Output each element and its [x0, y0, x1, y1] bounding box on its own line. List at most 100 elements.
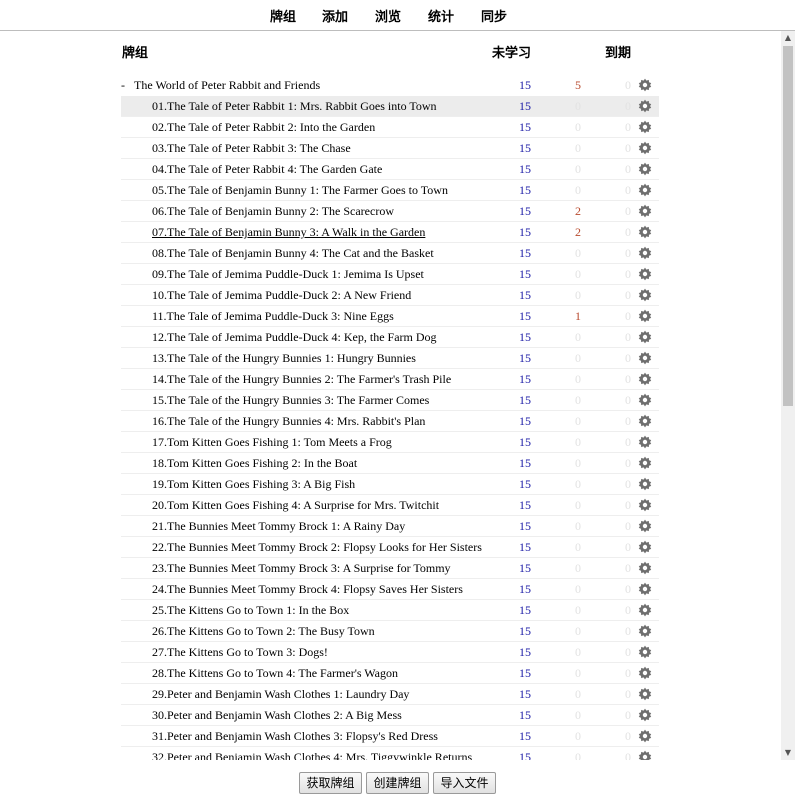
deck-name[interactable]: 01.The Tale of Peter Rabbit 1: Mrs. Rabb…: [152, 99, 437, 114]
deck-name[interactable]: 08.The Tale of Benjamin Bunny 4: The Cat…: [152, 246, 434, 261]
deck-row[interactable]: 01.The Tale of Peter Rabbit 1: Mrs. Rabb…: [121, 96, 659, 117]
gear-icon[interactable]: [638, 729, 652, 743]
deck-row[interactable]: 09.The Tale of Jemima Puddle-Duck 1: Jem…: [121, 264, 659, 285]
deck-row[interactable]: 15.The Tale of the Hungry Bunnies 3: The…: [121, 390, 659, 411]
deck-row[interactable]: 12.The Tale of Jemima Puddle-Duck 4: Kep…: [121, 327, 659, 348]
gear-icon[interactable]: [638, 645, 652, 659]
deck-name[interactable]: 30.Peter and Benjamin Wash Clothes 2: A …: [152, 708, 402, 723]
nav-add[interactable]: 添加: [322, 6, 348, 25]
deck-name[interactable]: 05.The Tale of Benjamin Bunny 1: The Far…: [152, 183, 448, 198]
collapse-toggle[interactable]: -: [121, 78, 131, 93]
scroll-down-arrow-icon[interactable]: ▼: [781, 746, 795, 760]
gear-icon[interactable]: [638, 162, 652, 176]
gear-icon[interactable]: [638, 288, 652, 302]
gear-icon[interactable]: [638, 120, 652, 134]
nav-sync[interactable]: 同步: [481, 6, 507, 25]
deck-name[interactable]: 11.The Tale of Jemima Puddle-Duck 3: Nin…: [152, 309, 394, 324]
vertical-scrollbar[interactable]: ▲ ▼: [781, 31, 795, 760]
gear-icon[interactable]: [638, 540, 652, 554]
nav-browse[interactable]: 浏览: [375, 6, 401, 25]
gear-icon[interactable]: [638, 519, 652, 533]
deck-name[interactable]: 21.The Bunnies Meet Tommy Brock 1: A Rai…: [152, 519, 405, 534]
deck-row[interactable]: 11.The Tale of Jemima Puddle-Duck 3: Nin…: [121, 306, 659, 327]
deck-name[interactable]: 09.The Tale of Jemima Puddle-Duck 1: Jem…: [152, 267, 424, 282]
deck-row[interactable]: 14.The Tale of the Hungry Bunnies 2: The…: [121, 369, 659, 390]
deck-name[interactable]: 07.The Tale of Benjamin Bunny 3: A Walk …: [152, 225, 425, 240]
deck-row-parent[interactable]: - The World of Peter Rabbit and Friends …: [121, 75, 659, 96]
gear-icon[interactable]: [638, 477, 652, 491]
deck-row[interactable]: 05.The Tale of Benjamin Bunny 1: The Far…: [121, 180, 659, 201]
deck-row[interactable]: 26.The Kittens Go to Town 2: The Busy To…: [121, 621, 659, 642]
gear-icon[interactable]: [638, 456, 652, 470]
deck-row[interactable]: 27.The Kittens Go to Town 3: Dogs! 15 0 0: [121, 642, 659, 663]
get-shared-button[interactable]: 获取牌组: [299, 772, 362, 794]
deck-name[interactable]: 27.The Kittens Go to Town 3: Dogs!: [152, 645, 328, 660]
gear-icon[interactable]: [638, 435, 652, 449]
gear-icon[interactable]: [638, 498, 652, 512]
deck-row[interactable]: 18.Tom Kitten Goes Fishing 2: In the Boa…: [121, 453, 659, 474]
gear-icon[interactable]: [638, 246, 652, 260]
gear-icon[interactable]: [638, 582, 652, 596]
deck-name[interactable]: 19.Tom Kitten Goes Fishing 3: A Big Fish: [152, 477, 355, 492]
scrollbar-thumb[interactable]: [783, 46, 793, 406]
gear-icon[interactable]: [638, 204, 652, 218]
deck-row[interactable]: 28.The Kittens Go to Town 4: The Farmer'…: [121, 663, 659, 684]
deck-name[interactable]: 13.The Tale of the Hungry Bunnies 1: Hun…: [152, 351, 416, 366]
scroll-up-arrow-icon[interactable]: ▲: [781, 31, 795, 45]
deck-name[interactable]: 12.The Tale of Jemima Puddle-Duck 4: Kep…: [152, 330, 437, 345]
deck-row[interactable]: 29.Peter and Benjamin Wash Clothes 1: La…: [121, 684, 659, 705]
gear-icon[interactable]: [638, 330, 652, 344]
deck-name[interactable]: 25.The Kittens Go to Town 1: In the Box: [152, 603, 349, 618]
deck-row[interactable]: 13.The Tale of the Hungry Bunnies 1: Hun…: [121, 348, 659, 369]
gear-icon[interactable]: [638, 708, 652, 722]
gear-icon[interactable]: [638, 141, 652, 155]
deck-name[interactable]: The World of Peter Rabbit and Friends: [134, 78, 320, 93]
deck-name[interactable]: 04.The Tale of Peter Rabbit 4: The Garde…: [152, 162, 382, 177]
gear-icon[interactable]: [638, 603, 652, 617]
gear-icon[interactable]: [638, 750, 652, 760]
deck-name[interactable]: 15.The Tale of the Hungry Bunnies 3: The…: [152, 393, 429, 408]
deck-name[interactable]: 20.Tom Kitten Goes Fishing 4: A Surprise…: [152, 498, 439, 513]
gear-icon[interactable]: [638, 225, 652, 239]
deck-row[interactable]: 31.Peter and Benjamin Wash Clothes 3: Fl…: [121, 726, 659, 747]
deck-row[interactable]: 30.Peter and Benjamin Wash Clothes 2: A …: [121, 705, 659, 726]
deck-row[interactable]: 08.The Tale of Benjamin Bunny 4: The Cat…: [121, 243, 659, 264]
deck-name[interactable]: 18.Tom Kitten Goes Fishing 2: In the Boa…: [152, 456, 357, 471]
deck-row[interactable]: 23.The Bunnies Meet Tommy Brock 3: A Sur…: [121, 558, 659, 579]
deck-row[interactable]: 32.Peter and Benjamin Wash Clothes 4: Mr…: [121, 747, 659, 760]
deck-name[interactable]: 06.The Tale of Benjamin Bunny 2: The Sca…: [152, 204, 394, 219]
deck-row[interactable]: 16.The Tale of the Hungry Bunnies 4: Mrs…: [121, 411, 659, 432]
deck-name[interactable]: 02.The Tale of Peter Rabbit 2: Into the …: [152, 120, 375, 135]
deck-row[interactable]: 17.Tom Kitten Goes Fishing 1: Tom Meets …: [121, 432, 659, 453]
deck-name[interactable]: 14.The Tale of the Hungry Bunnies 2: The…: [152, 372, 451, 387]
deck-row[interactable]: 07.The Tale of Benjamin Bunny 3: A Walk …: [121, 222, 659, 243]
gear-icon[interactable]: [638, 99, 652, 113]
deck-name[interactable]: 32.Peter and Benjamin Wash Clothes 4: Mr…: [152, 750, 472, 760]
deck-row[interactable]: 19.Tom Kitten Goes Fishing 3: A Big Fish…: [121, 474, 659, 495]
deck-row[interactable]: 04.The Tale of Peter Rabbit 4: The Garde…: [121, 159, 659, 180]
gear-icon[interactable]: [638, 414, 652, 428]
deck-name[interactable]: 24.The Bunnies Meet Tommy Brock 4: Flops…: [152, 582, 463, 597]
deck-row[interactable]: 21.The Bunnies Meet Tommy Brock 1: A Rai…: [121, 516, 659, 537]
create-deck-button[interactable]: 创建牌组: [366, 772, 429, 794]
import-file-button[interactable]: 导入文件: [433, 772, 496, 794]
gear-icon[interactable]: [638, 183, 652, 197]
deck-row[interactable]: 24.The Bunnies Meet Tommy Brock 4: Flops…: [121, 579, 659, 600]
deck-name[interactable]: 29.Peter and Benjamin Wash Clothes 1: La…: [152, 687, 409, 702]
deck-name[interactable]: 22.The Bunnies Meet Tommy Brock 2: Flops…: [152, 540, 482, 555]
deck-name[interactable]: 28.The Kittens Go to Town 4: The Farmer'…: [152, 666, 398, 681]
deck-row[interactable]: 10.The Tale of Jemima Puddle-Duck 2: A N…: [121, 285, 659, 306]
deck-name[interactable]: 03.The Tale of Peter Rabbit 3: The Chase: [152, 141, 351, 156]
deck-name[interactable]: 31.Peter and Benjamin Wash Clothes 3: Fl…: [152, 729, 438, 744]
gear-icon[interactable]: [638, 666, 652, 680]
nav-stats[interactable]: 统计: [428, 6, 454, 25]
deck-name[interactable]: 10.The Tale of Jemima Puddle-Duck 2: A N…: [152, 288, 411, 303]
gear-icon[interactable]: [638, 624, 652, 638]
deck-name[interactable]: 16.The Tale of the Hungry Bunnies 4: Mrs…: [152, 414, 425, 429]
gear-icon[interactable]: [638, 687, 652, 701]
nav-decks[interactable]: 牌组: [270, 6, 296, 25]
gear-icon[interactable]: [638, 372, 652, 386]
gear-icon[interactable]: [638, 309, 652, 323]
gear-icon[interactable]: [638, 561, 652, 575]
deck-name[interactable]: 26.The Kittens Go to Town 2: The Busy To…: [152, 624, 375, 639]
